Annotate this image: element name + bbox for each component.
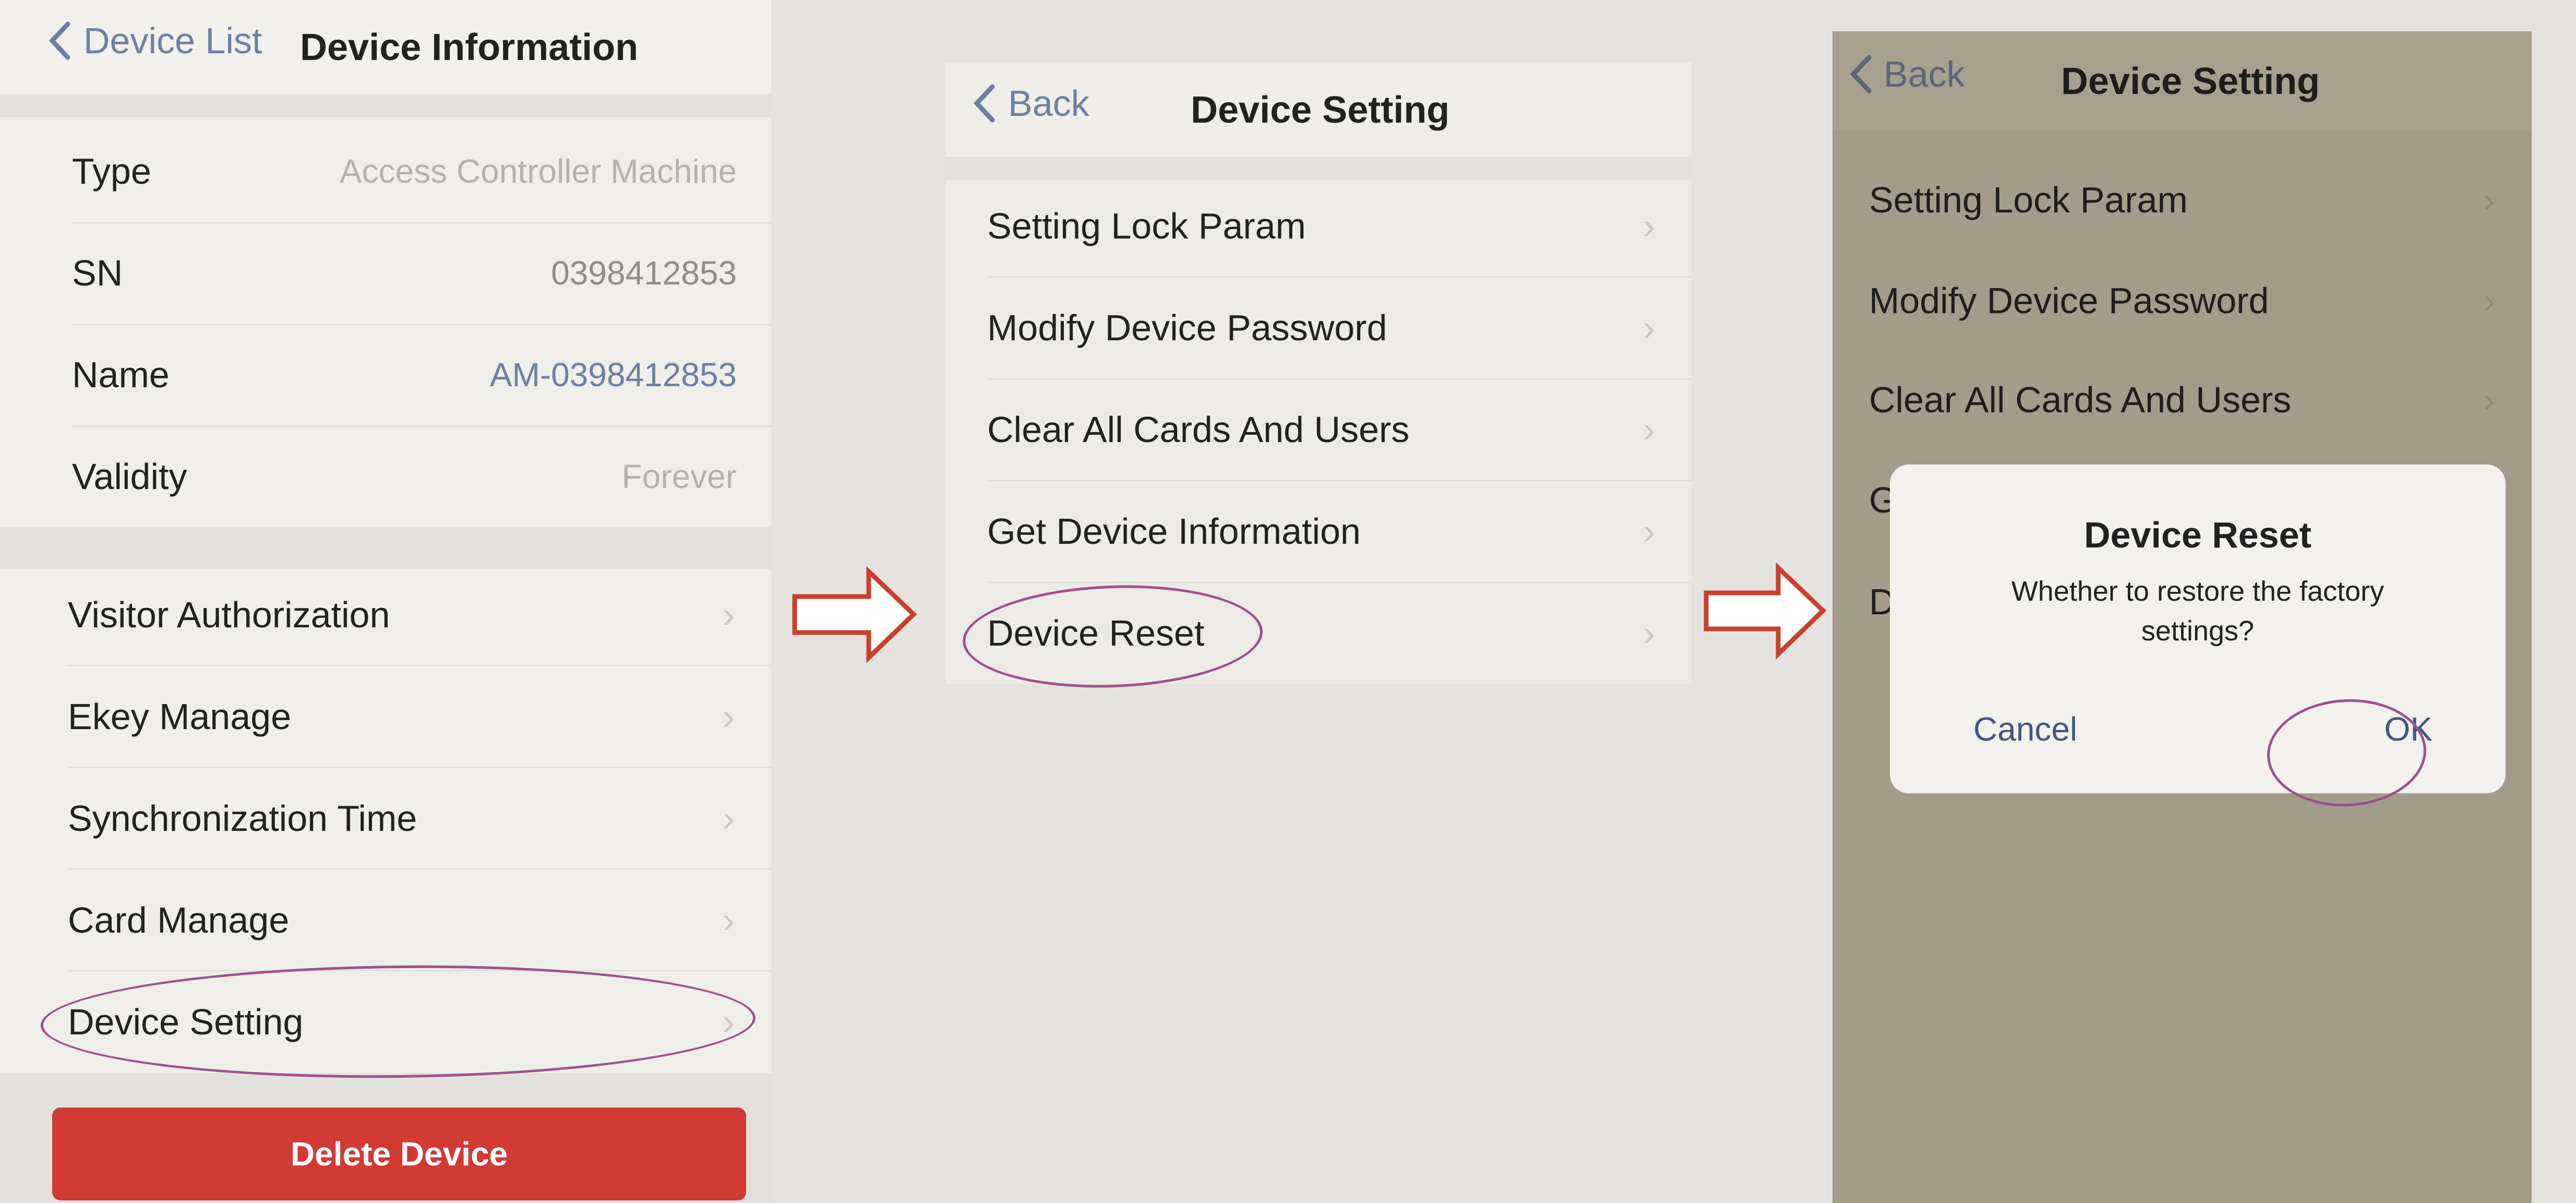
back-label: Back [1008, 83, 1089, 124]
info-row-name: Name AM-0398412853 [0, 324, 771, 426]
chevron-right-icon: › [1643, 307, 1655, 348]
page-title: Device Information [300, 27, 639, 68]
menu-item-get-device-information[interactable]: Get Device Information › [945, 480, 1692, 582]
menu-item-label: Setting Lock Param [987, 206, 1306, 246]
chevron-right-icon: › [2483, 280, 2495, 321]
menu-item-label: Clear All Cards And Users [987, 409, 1410, 450]
menu-item-label: Modify Device Password [987, 307, 1387, 348]
arrow-right-outline-icon [792, 566, 917, 663]
chevron-left-icon [49, 21, 70, 60]
chevron-right-icon: › [722, 900, 735, 940]
menu-item-label: Setting Lock Param [1869, 180, 2188, 220]
page-title: Device Setting [1191, 89, 1450, 131]
back-button[interactable]: Back [972, 82, 1089, 124]
menu-item-visitor-authorization[interactable]: Visitor Authorization › [0, 564, 771, 666]
info-row-type: Type Access Controller Machine [0, 120, 771, 222]
chevron-right-icon: › [1643, 511, 1655, 552]
chevron-right-icon: › [2483, 180, 2495, 220]
menu-item-setting-lock-param[interactable]: Setting Lock Param › [945, 175, 1692, 277]
menu-item-label: Clear All Cards And Users [1869, 379, 2292, 420]
menu-item-label: Ekey Manage [68, 696, 292, 737]
back-button[interactable]: Back [1848, 53, 1965, 95]
back-button[interactable]: Device List [47, 20, 262, 62]
info-value: 0398412853 [551, 254, 737, 292]
chevron-right-icon: › [1643, 409, 1655, 450]
menu-item-label: Synchronization Time [68, 798, 417, 839]
menu-item-label: Card Manage [68, 900, 290, 940]
menu-item-clear-all-cards-and-users[interactable]: Clear All Cards And Users › [1832, 349, 2532, 451]
menu-item-label: Get Device Information [987, 511, 1361, 552]
back-label: Back [1884, 54, 1965, 94]
chevron-right-icon: › [1643, 206, 1655, 246]
menu-item-ekey-manage[interactable]: Ekey Manage › [0, 665, 771, 768]
menu-item-card-manage[interactable]: Card Manage › [0, 869, 771, 971]
menu-item-synchronization-time[interactable]: Synchronization Time › [0, 767, 771, 870]
chevron-right-icon: › [2483, 379, 2495, 420]
info-label: SN [72, 253, 123, 293]
info-row-sn: SN 0398412853 [0, 222, 771, 324]
chevron-right-icon: › [722, 594, 735, 635]
section-gap [0, 94, 771, 117]
info-value: Forever [621, 458, 737, 495]
chevron-right-icon: › [722, 798, 735, 839]
delete-device-button[interactable]: Delete Device [52, 1107, 746, 1200]
dialog-message: Whether to restore the factory settings? [2011, 576, 2385, 647]
section-gap [0, 527, 771, 569]
cancel-button[interactable]: Cancel [1973, 710, 2077, 748]
page-title: Device Setting [2061, 61, 2320, 102]
info-label: Name [72, 354, 170, 395]
arrow-right-outline-icon [1704, 563, 1827, 659]
menu-item-modify-device-password[interactable]: Modify Device Password › [1832, 249, 2532, 352]
info-row-validity: Validity Forever [0, 425, 771, 528]
chevron-left-icon [1850, 55, 1872, 93]
chevron-right-icon: › [1643, 613, 1655, 653]
device-setting-dialog-screen: Back Device Setting Setting Lock Param ›… [1832, 31, 2532, 1203]
empty-area [945, 684, 1692, 1203]
chevron-left-icon [973, 84, 995, 123]
info-value: AM-0398412853 [489, 356, 737, 394]
dialog-title: Device Reset [2084, 515, 2311, 555]
menu-item-modify-device-password[interactable]: Modify Device Password › [945, 277, 1692, 379]
info-label: Type [72, 151, 151, 192]
menu-item-setting-lock-param[interactable]: Setting Lock Param › [1832, 149, 2532, 251]
back-label: Device List [83, 20, 262, 61]
menu-item-label: Visitor Authorization [68, 594, 390, 635]
info-label: Validity [72, 456, 187, 497]
menu-item-label: Modify Device Password [1869, 280, 2269, 321]
chevron-right-icon: › [722, 696, 735, 737]
menu-item-clear-all-cards-and-users[interactable]: Clear All Cards And Users › [945, 378, 1692, 481]
info-value: Access Controller Machine [339, 152, 737, 190]
